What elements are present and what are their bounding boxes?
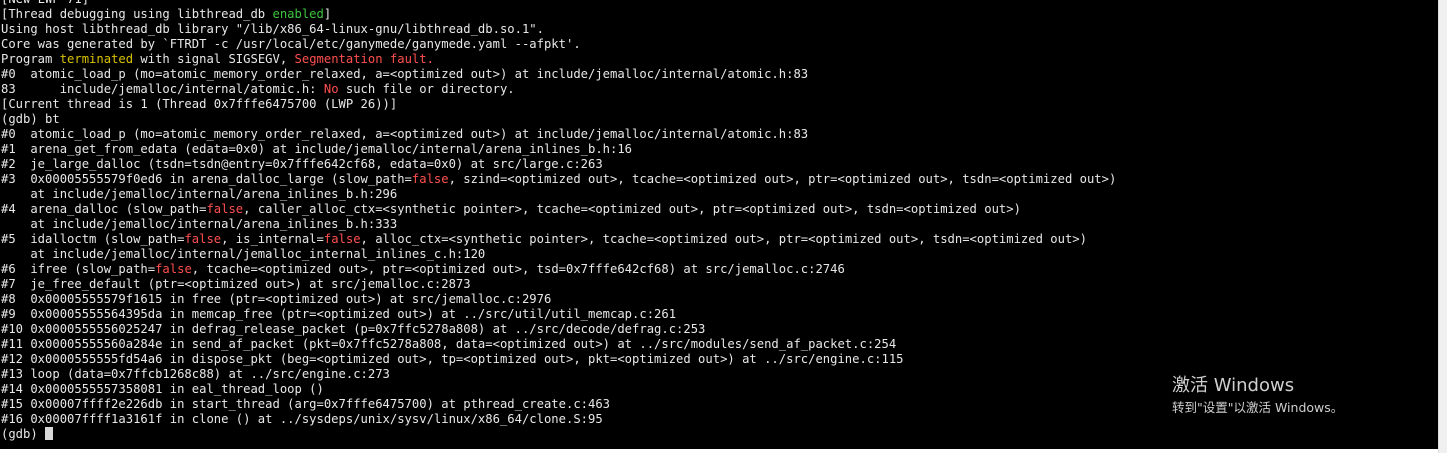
terminal-text: (gdb) bt	[1, 112, 60, 126]
highlighted-text: false	[184, 232, 222, 246]
terminal-text: #14 0x0000555557358081 in eal_thread_loo…	[1, 382, 324, 396]
terminal-line: #7 je_free_default (ptr=<optimized out>)…	[1, 277, 1116, 292]
terminal-text: #0 atomic_load_p (mo=atomic_memory_order…	[1, 67, 809, 81]
terminal-line: #1 arena_get_from_edata (edata=0x0) at i…	[1, 142, 1116, 157]
highlighted-text: false	[323, 232, 361, 246]
terminal-text: #16 0x00007ffff1a3161f in clone () at ..…	[1, 412, 603, 426]
terminal-text: at include/jemalloc/internal/arena_inlin…	[1, 187, 398, 201]
terminal-line: #4 arena_dalloc (slow_path=false, caller…	[1, 202, 1116, 217]
highlighted-text: terminated	[59, 52, 134, 66]
terminal-text: #8 0x00005555579f1615 in free (ptr=<opti…	[1, 292, 552, 306]
terminal-line: #2 je_large_dalloc (tsdn=tsdn@entry=0x7f…	[1, 157, 1116, 172]
terminal-line: #6 ifree (slow_path=false, tcache=<optim…	[1, 262, 1116, 277]
terminal-text: , alloc_ctx=<synthetic pointer>, tcache=…	[360, 232, 1087, 246]
highlighted-text: false	[206, 202, 244, 216]
highlighted-text: false	[155, 262, 192, 276]
terminal-line: #3 0x00005555579f0ed6 in arena_dalloc_la…	[1, 172, 1116, 187]
watermark-title: 激活 Windows	[1172, 375, 1295, 396]
terminal-line: Core was generated by `FTRDT -c /usr/loc…	[1, 37, 1116, 52]
terminal-text: #10 0x0000555556025247 in defrag_release…	[1, 322, 706, 336]
terminal-text: #15 0x00007ffff2e226db in start_thread (…	[1, 397, 611, 411]
terminal-text: Using host libthread_db library "/lib/x8…	[1, 22, 544, 36]
terminal-text: #11 0x00005555560a284e in send_af_packet…	[1, 337, 897, 351]
terminal-line: #13 loop (data=0x7ffcb1268c88) at ../src…	[1, 367, 1116, 382]
terminal-line: #15 0x00007ffff2e226db in start_thread (…	[1, 397, 1116, 412]
terminal-text: ]	[323, 7, 332, 21]
terminal-line: at include/jemalloc/internal/arena_inlin…	[1, 187, 1116, 202]
terminal-text: #5 idalloctm (slow_path=	[1, 232, 185, 246]
window-bottom-border	[0, 449, 1438, 453]
terminal-text: [Thread debugging using libthread_db	[1, 7, 273, 21]
terminal-text: #0 atomic_load_p (mo=atomic_memory_order…	[1, 127, 809, 141]
terminal-text: [Current thread is 1 (Thread 0x7fffe6475…	[1, 97, 398, 111]
terminal-text: , caller_alloc_ctx=<synthetic pointer>, …	[243, 202, 1021, 216]
watermark-subtitle: 转到"设置"以激活 Windows。	[1172, 400, 1344, 415]
terminal-line: Using host libthread_db library "/lib/x8…	[1, 22, 1116, 37]
terminal-text: #1 arena_get_from_edata (edata=0x0) at i…	[1, 142, 633, 156]
terminal-line: 83 include/jemalloc/internal/atomic.h: N…	[1, 82, 1116, 97]
terminal-text: with signal SIGSEGV,	[133, 52, 295, 66]
terminal-text: [New LWP 71]	[1, 0, 89, 6]
activate-windows-watermark: 激活 Windows 转到"设置"以激活 Windows。	[1172, 374, 1343, 417]
terminal-text: Core was generated by `FTRDT -c /usr/loc…	[1, 37, 581, 51]
terminal-line: #16 0x00007ffff1a3161f in clone () at ..…	[1, 412, 1116, 427]
terminal-line: #8 0x00005555579f1615 in free (ptr=<opti…	[1, 292, 1116, 307]
terminal-line: Program terminated with signal SIGSEGV, …	[1, 52, 1116, 67]
terminal-line: [New LWP 71]	[1, 0, 1116, 7]
terminal-text: Program	[1, 52, 60, 66]
terminal-text: #4 arena_dalloc (slow_path=	[1, 202, 207, 216]
terminal-line: #5 idalloctm (slow_path=false, is_intern…	[1, 232, 1116, 247]
terminal-text: #7 je_free_default (ptr=<optimized out>)…	[1, 277, 471, 291]
terminal-text: #6 ifree (slow_path=	[1, 262, 156, 276]
terminal-text: , is_internal=	[221, 232, 324, 246]
terminal-text: at include/jemalloc/internal/arena_inlin…	[1, 217, 398, 231]
terminal-text: , szind=<optimized out>, tcache=<optimiz…	[448, 172, 1117, 186]
terminal-text: (gdb)	[1, 427, 46, 441]
terminal-line: #14 0x0000555557358081 in eal_thread_loo…	[1, 382, 1116, 397]
terminal-text: such file or directory.	[338, 82, 515, 96]
terminal-line: at include/jemalloc/internal/arena_inlin…	[1, 217, 1116, 232]
highlighted-text: false	[411, 172, 449, 186]
terminal-line: #9 0x00005555564395da in memcap_free (pt…	[1, 307, 1116, 322]
vertical-scrollbar[interactable]	[1438, 0, 1447, 453]
highlighted-text: enabled	[272, 7, 324, 21]
terminal-text: #13 loop (data=0x7ffcb1268c88) at ../src…	[1, 367, 390, 381]
terminal-line: #0 atomic_load_p (mo=atomic_memory_order…	[1, 127, 1116, 142]
terminal-text: #9 0x00005555564395da in memcap_free (pt…	[1, 307, 677, 321]
terminal-line: [Current thread is 1 (Thread 0x7fffe6475…	[1, 97, 1116, 112]
terminal-line: #10 0x0000555556025247 in defrag_release…	[1, 322, 1116, 337]
terminal-output: [New LWP 71][Thread debugging using libt…	[1, 0, 1116, 442]
terminal-line: #12 0x0000555555fd54a6 in dispose_pkt (b…	[1, 352, 1116, 367]
terminal-text: #2 je_large_dalloc (tsdn=tsdn@entry=0x7f…	[1, 157, 603, 171]
terminal-text: #3 0x00005555579f0ed6 in arena_dalloc_la…	[1, 172, 412, 186]
terminal-line: #0 atomic_load_p (mo=atomic_memory_order…	[1, 67, 1116, 82]
terminal-text: 83 include/jemalloc/internal/atomic.h:	[1, 82, 324, 96]
text-cursor	[45, 427, 54, 440]
highlighted-text: No	[323, 82, 339, 96]
terminal-line: #11 0x00005555560a284e in send_af_packet…	[1, 337, 1116, 352]
terminal-line: (gdb)	[1, 427, 1116, 442]
terminal-line: at include/jemalloc/internal/jemalloc_in…	[1, 247, 1116, 262]
terminal-line: [Thread debugging using libthread_db ena…	[1, 7, 1116, 22]
terminal-text: , tcache=<optimized out>, ptr=<optimized…	[191, 262, 845, 276]
terminal-text: at include/jemalloc/internal/jemalloc_in…	[1, 247, 486, 261]
terminal-line: (gdb) bt	[1, 112, 1116, 127]
terminal-text: #12 0x0000555555fd54a6 in dispose_pkt (b…	[1, 352, 904, 366]
highlighted-text: Segmentation fault.	[294, 52, 434, 66]
